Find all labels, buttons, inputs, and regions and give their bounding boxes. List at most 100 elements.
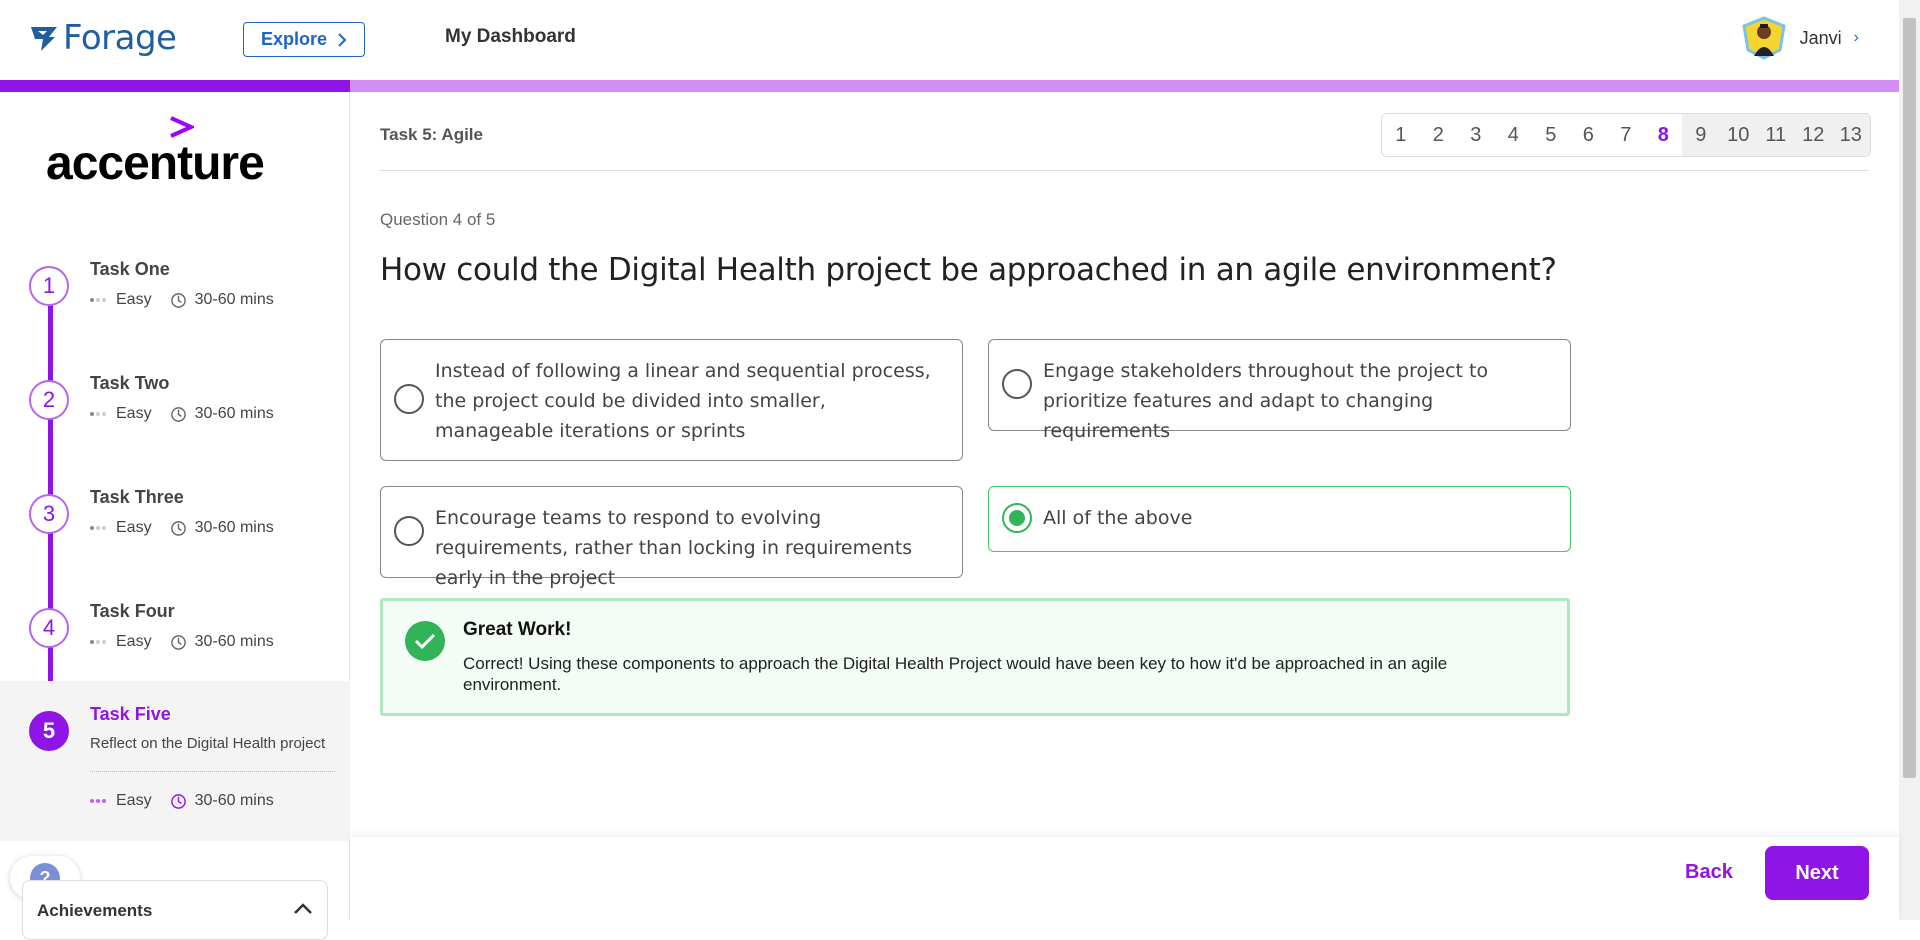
company-logo: accenture <box>46 116 265 191</box>
sidebar-task-3[interactable]: 3 Task Three Easy 30-60 mins <box>0 475 350 585</box>
chevron-up-icon[interactable] <box>293 901 313 915</box>
page-4[interactable]: 4 <box>1495 114 1533 156</box>
answer-option-2[interactable]: Engage stakeholders throughout the proje… <box>988 339 1571 442</box>
task-number-badge: 4 <box>29 608 69 648</box>
radio-button[interactable] <box>1002 369 1032 399</box>
task-meta: Easy 30-60 mins <box>90 633 274 651</box>
task-meta: Easy 30-60 mins <box>90 291 274 309</box>
page-13[interactable]: 13 <box>1832 114 1870 156</box>
clock-icon <box>170 793 186 809</box>
next-button[interactable]: Next <box>1765 846 1869 900</box>
task-subtitle: Reflect on the Digital Health project <box>90 735 326 752</box>
option-text: All of the above <box>1043 507 1193 529</box>
option-text: Encourage teams to respond to evolving r… <box>435 507 913 589</box>
task-duration: 30-60 mins <box>194 633 274 650</box>
achievements-label: Achievements <box>37 901 153 920</box>
question-main: Task 5: Agile 1 2 3 4 5 6 7 8 9 10 11 12… <box>350 92 1899 920</box>
task-difficulty: Easy <box>116 291 152 308</box>
feedback-banner: Great Work! Correct! Using these compone… <box>380 598 1570 716</box>
forage-logo[interactable]: Forage <box>29 18 177 58</box>
page-scrollbar[interactable] <box>1899 0 1920 920</box>
task-difficulty: Easy <box>116 792 152 809</box>
explore-label: Explore <box>260 29 328 49</box>
radio-button-selected[interactable] <box>1002 503 1032 533</box>
accenture-chevron-icon <box>170 116 194 138</box>
my-dashboard-link[interactable]: My Dashboard <box>445 26 576 48</box>
page-11[interactable]: 11 <box>1757 114 1795 156</box>
sidebar-task-1[interactable]: 1 Task One Easy 30-60 mins <box>0 247 350 357</box>
page-1[interactable]: 1 <box>1382 114 1420 156</box>
course-progress-fill <box>0 80 350 92</box>
task-meta: Easy 30-60 mins <box>90 405 274 423</box>
page-9[interactable]: 9 <box>1682 114 1720 156</box>
task-sidebar: accenture 1 Task One Easy 30-60 mins 2 T… <box>0 92 350 920</box>
task-title: Task Three <box>90 487 184 507</box>
page-10[interactable]: 10 <box>1719 114 1757 156</box>
question-counter: Question 4 of 5 <box>380 210 496 229</box>
clock-icon <box>170 406 186 422</box>
difficulty-dots-icon <box>90 526 106 530</box>
radio-button[interactable] <box>394 516 424 546</box>
task-difficulty: Easy <box>116 519 152 536</box>
avatar[interactable] <box>1740 16 1788 60</box>
task-title: Task Five <box>90 704 171 724</box>
task-title: Task One <box>90 259 170 279</box>
answer-option-3[interactable]: Encourage teams to respond to evolving r… <box>380 486 963 589</box>
course-progress-bar <box>0 80 1899 92</box>
company-name: accenture <box>46 137 265 190</box>
page-12[interactable]: 12 <box>1794 114 1832 156</box>
chevron-right-icon <box>338 32 347 47</box>
top-navbar: Forage Explore My Dashboard Janvi › <box>0 0 1899 80</box>
user-name: Janvi <box>1799 27 1842 48</box>
task-duration: 30-60 mins <box>194 519 274 536</box>
difficulty-dots-icon <box>90 799 106 803</box>
page-7[interactable]: 7 <box>1607 114 1645 156</box>
task-duration: 30-60 mins <box>194 405 274 422</box>
question-text: How could the Digital Health project be … <box>380 252 1557 288</box>
clock-icon <box>170 292 186 308</box>
user-menu[interactable]: Janvi › <box>1740 16 1859 60</box>
task-difficulty: Easy <box>116 405 152 422</box>
task-meta: Easy 30-60 mins <box>90 792 274 810</box>
option-text: Engage stakeholders throughout the proje… <box>1043 360 1489 442</box>
explore-button[interactable]: Explore <box>243 22 365 57</box>
task-divider <box>90 771 335 772</box>
task-number-badge: 5 <box>29 711 69 751</box>
option-text: Instead of following a linear and sequen… <box>435 360 931 442</box>
navigation-footer: Back Next <box>350 837 1899 920</box>
task-title: Task Four <box>90 601 175 621</box>
page-8[interactable]: 8 <box>1645 114 1683 156</box>
scrollbar-thumb[interactable] <box>1903 18 1916 778</box>
task-heading: Task 5: Agile <box>380 125 483 144</box>
clock-icon <box>170 520 186 536</box>
page-5[interactable]: 5 <box>1532 114 1570 156</box>
task-number-badge: 3 <box>29 494 69 534</box>
forage-logo-icon <box>31 27 57 51</box>
answer-option-1[interactable]: Instead of following a linear and sequen… <box>380 339 963 461</box>
task-number-badge: 2 <box>29 380 69 420</box>
back-button[interactable]: Back <box>1685 861 1733 884</box>
task-duration: 30-60 mins <box>194 792 274 809</box>
difficulty-dots-icon <box>90 640 106 644</box>
clock-icon <box>170 634 186 650</box>
page-3[interactable]: 3 <box>1457 114 1495 156</box>
brand-name: Forage <box>63 18 177 58</box>
page-6[interactable]: 6 <box>1570 114 1608 156</box>
task-meta: Easy 30-60 mins <box>90 519 274 537</box>
sidebar-task-5[interactable]: 5 Task Five Reflect on the Digital Healt… <box>0 681 350 841</box>
page-2[interactable]: 2 <box>1420 114 1458 156</box>
checkmark-icon <box>405 621 445 661</box>
task-title: Task Two <box>90 373 170 393</box>
feedback-body: Correct! Using these components to appro… <box>463 654 1448 694</box>
difficulty-dots-icon <box>90 298 106 302</box>
difficulty-dots-icon <box>90 412 106 416</box>
question-pager: 1 2 3 4 5 6 7 8 9 10 11 12 13 <box>1381 113 1871 157</box>
achievements-panel[interactable]: Achievements <box>22 880 328 940</box>
answer-option-4[interactable]: All of the above <box>988 486 1571 552</box>
task-duration: 30-60 mins <box>194 291 274 308</box>
sidebar-task-2[interactable]: 2 Task Two Easy 30-60 mins <box>0 361 350 471</box>
radio-button[interactable] <box>394 384 424 414</box>
chevron-right-icon: › <box>1853 29 1859 46</box>
feedback-title: Great Work! <box>463 619 572 640</box>
task-number-badge: 1 <box>29 266 69 306</box>
